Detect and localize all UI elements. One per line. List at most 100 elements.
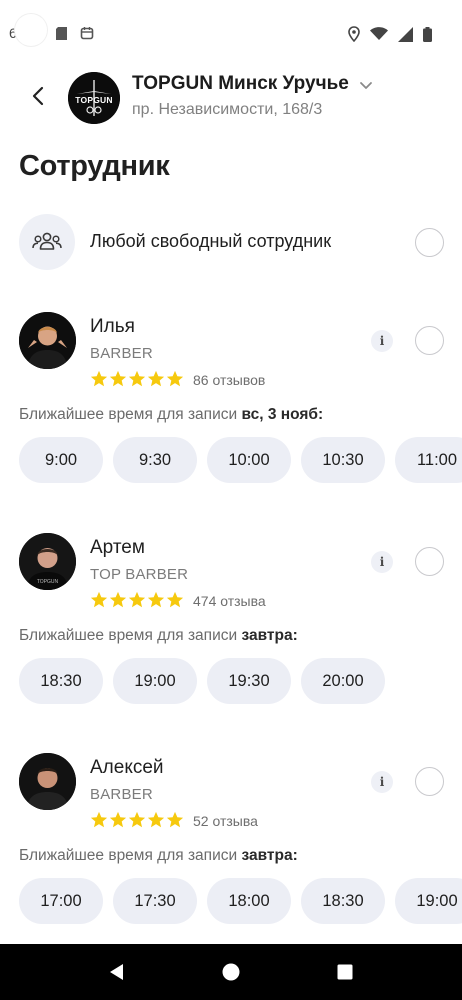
- nearest-day: завтра:: [241, 627, 298, 644]
- time-slot[interactable]: 19:00: [113, 658, 197, 704]
- square-recents-icon: [337, 964, 353, 980]
- time-slot[interactable]: 10:00: [207, 437, 291, 483]
- employee-name: Алексей: [90, 757, 164, 778]
- svg-text:TOPGUN: TOPGUN: [37, 579, 59, 585]
- any-employee-avatar: [19, 214, 75, 270]
- time-slot[interactable]: 9:30: [113, 437, 197, 483]
- nav-back-button[interactable]: [97, 952, 137, 992]
- star-icon: [109, 591, 127, 608]
- location-icon: [348, 26, 360, 47]
- salon-logo[interactable]: TOPGUN: [68, 72, 120, 124]
- time-slot[interactable]: 9:00: [19, 437, 103, 483]
- employee-avatar[interactable]: TOPGUN: [19, 533, 76, 590]
- employee-role: TOP BARBER: [90, 566, 189, 583]
- any-employee-radio[interactable]: [415, 228, 444, 257]
- back-button[interactable]: [24, 82, 52, 110]
- employee-avatar[interactable]: [19, 312, 76, 369]
- employee-avatar[interactable]: [19, 753, 76, 810]
- employee-role: BARBER: [90, 345, 153, 362]
- salon-name[interactable]: TOPGUN Минск Уручье: [132, 73, 349, 95]
- nearest-time-label: Ближайшее время для записи завтра:: [19, 847, 298, 865]
- back-arrow-icon: [32, 86, 44, 106]
- info-button[interactable]: i: [371, 551, 393, 573]
- person-photo-icon: [19, 312, 76, 369]
- time-slots: 17:00 17:30 18:00 18:30 19:00: [19, 878, 462, 924]
- wifi-icon: [370, 27, 388, 46]
- info-button[interactable]: i: [371, 330, 393, 352]
- star-icon: [166, 370, 184, 387]
- employee-reviews[interactable]: 52 отзыва: [193, 813, 258, 829]
- employee-name: Илья: [90, 316, 135, 337]
- nearest-day: вс, 3 нояб:: [241, 406, 324, 423]
- time-slots: 18:30 19:00 19:30 20:00: [19, 658, 385, 704]
- status-right: [348, 26, 432, 47]
- salon-address: пр. Независимости, 168/3: [132, 101, 323, 118]
- employee-reviews[interactable]: 474 отзыва: [193, 593, 266, 609]
- star-icon: [90, 370, 108, 387]
- nearest-day: завтра:: [241, 847, 298, 864]
- star-icon: [109, 370, 127, 387]
- star-icon: [128, 591, 146, 608]
- time-slot[interactable]: 18:00: [207, 878, 291, 924]
- nearest-prefix: Ближайшее время для записи: [19, 406, 238, 423]
- info-icon: i: [379, 555, 385, 569]
- status-overlay: [15, 14, 47, 46]
- person-photo-icon: TOPGUN: [19, 533, 76, 590]
- group-icon: [32, 232, 62, 250]
- time-slot[interactable]: 17:30: [113, 878, 197, 924]
- employee-radio[interactable]: [415, 326, 444, 355]
- any-employee-label: Любой свободный сотрудник: [90, 231, 332, 251]
- time-slot[interactable]: 11:00: [395, 437, 462, 483]
- time-slots: 9:00 9:30 10:00 10:30 11:00: [19, 437, 462, 483]
- nav-home-button[interactable]: [211, 952, 251, 992]
- nearest-time-label: Ближайшее время для записи завтра:: [19, 627, 298, 645]
- nearest-prefix: Ближайшее время для записи: [19, 847, 238, 864]
- star-icon: [109, 811, 127, 828]
- star-icon: [90, 591, 108, 608]
- star-icon: [147, 370, 165, 387]
- cellular-icon: [398, 26, 413, 47]
- employee-rating: [90, 370, 184, 388]
- time-slot[interactable]: 19:00: [395, 878, 462, 924]
- employee-radio[interactable]: [415, 547, 444, 576]
- triangle-back-icon: [110, 964, 123, 980]
- info-icon: i: [379, 334, 385, 348]
- circle-home-icon: [222, 963, 240, 981]
- person-photo-icon: [19, 753, 76, 810]
- salon-switch-button[interactable]: [357, 76, 375, 94]
- page-title: Сотрудник: [19, 150, 170, 182]
- info-button[interactable]: i: [371, 771, 393, 793]
- star-icon: [128, 811, 146, 828]
- time-slot[interactable]: 17:00: [19, 878, 103, 924]
- any-employee-option[interactable]: Любой свободный сотрудник: [0, 210, 462, 274]
- star-icon: [166, 591, 184, 608]
- time-slot[interactable]: 18:30: [301, 878, 385, 924]
- nav-recents-button[interactable]: [325, 952, 365, 992]
- employee-name: Артем: [90, 537, 145, 558]
- star-icon: [90, 811, 108, 828]
- calendar-icon: [80, 26, 94, 45]
- employee-rating: [90, 591, 184, 609]
- star-icon: [166, 811, 184, 828]
- employee-rating: [90, 811, 184, 829]
- time-slot[interactable]: 19:30: [207, 658, 291, 704]
- time-slot[interactable]: 10:30: [301, 437, 385, 483]
- time-slot[interactable]: 20:00: [301, 658, 385, 704]
- nearest-time-label: Ближайшее время для записи вс, 3 нояб:: [19, 406, 323, 424]
- star-icon: [128, 370, 146, 387]
- time-slot[interactable]: 18:30: [19, 658, 103, 704]
- employee-reviews[interactable]: 86 отзывов: [193, 372, 265, 388]
- salon-logo-text: TOPGUN: [75, 95, 113, 105]
- sd-card-icon: [56, 27, 67, 45]
- system-nav-bar: [0, 944, 462, 1000]
- star-icon: [147, 811, 165, 828]
- employee-role: BARBER: [90, 786, 153, 803]
- info-icon: i: [379, 775, 385, 789]
- status-bar: 6: [0, 0, 462, 64]
- nearest-prefix: Ближайшее время для записи: [19, 627, 238, 644]
- battery-icon: [423, 26, 432, 47]
- star-icon: [147, 591, 165, 608]
- salon-header: TOPGUN TOPGUN Минск Уручье пр. Независим…: [0, 64, 462, 130]
- employee-radio[interactable]: [415, 767, 444, 796]
- chevron-down-icon: [360, 82, 372, 89]
